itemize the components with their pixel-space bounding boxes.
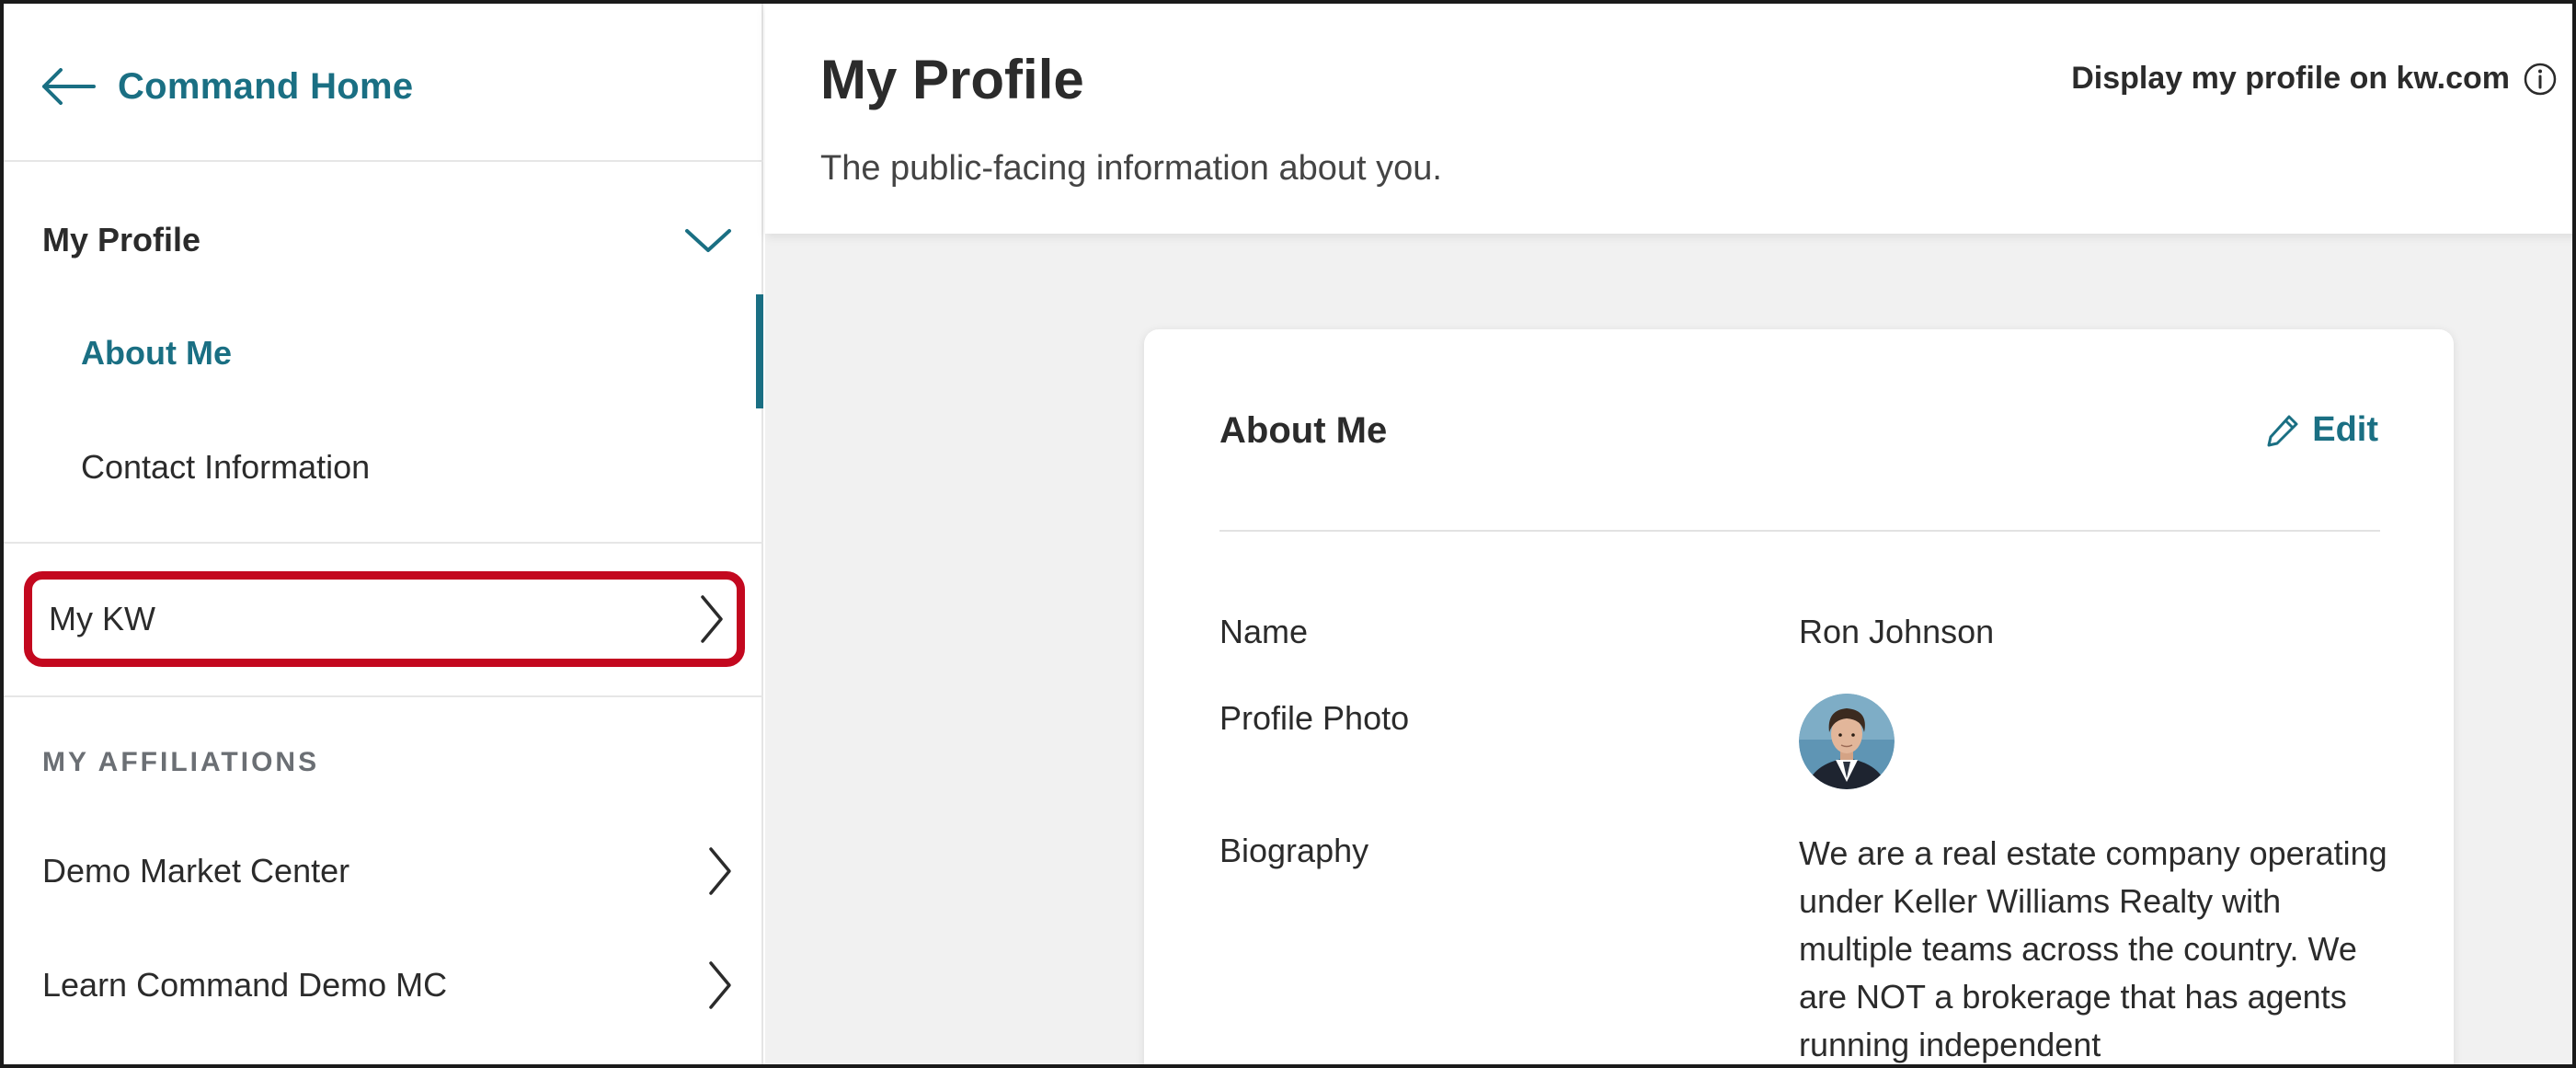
name-value: Ron Johnson xyxy=(1799,613,1995,650)
active-item-indicator xyxy=(756,294,763,408)
avatar xyxy=(1799,694,1895,789)
chevron-right-icon xyxy=(709,847,731,895)
card-title: About Me xyxy=(1219,410,1388,451)
sidebar-divider xyxy=(4,160,763,162)
edit-button[interactable]: Edit xyxy=(2264,410,2378,450)
my-profile-section-toggle[interactable]: My Profile xyxy=(42,208,732,272)
sidebar-item-about-me[interactable]: About Me xyxy=(81,321,232,385)
sidebar-divider xyxy=(4,542,763,544)
sidebar-item-learn-command-demo-mc[interactable]: Learn Command Demo MC xyxy=(42,948,732,1022)
affiliations-heading: MY AFFILIATIONS xyxy=(42,747,320,777)
affiliation-label: Learn Command Demo MC xyxy=(42,966,448,1004)
name-label: Name xyxy=(1219,613,1309,650)
biography-value: We are a real estate company operating u… xyxy=(1799,834,2387,1063)
sidebar-item-my-kw[interactable]: My KW xyxy=(24,571,745,667)
display-profile-label: Display my profile on kw.com xyxy=(2071,61,2510,96)
sidebar-divider xyxy=(4,695,763,697)
chevron-down-icon xyxy=(685,229,731,252)
sidebar-item-contact-information[interactable]: Contact Information xyxy=(81,435,370,500)
card-divider xyxy=(1219,530,2380,532)
command-home-link[interactable]: Command Home xyxy=(40,50,413,123)
about-me-card: About Me Edit Name Ron Johnson Profile P… xyxy=(1144,329,2454,1064)
app-window: Command Home My Profile About Me Contact… xyxy=(0,0,2576,1068)
page-header: My Profile The public-facing information… xyxy=(765,4,2572,234)
arrow-left-icon xyxy=(42,68,96,105)
affiliation-label: Demo Market Center xyxy=(42,852,350,890)
edit-label: Edit xyxy=(2312,410,2378,449)
my-kw-label: My KW xyxy=(49,600,155,637)
command-home-label: Command Home xyxy=(118,65,414,107)
biography-label: Biography xyxy=(1219,832,1369,869)
page-title: My Profile xyxy=(820,49,1084,110)
display-profile-on-kw-link[interactable]: Display my profile on kw.com xyxy=(2071,61,2558,97)
chevron-right-icon xyxy=(709,961,731,1009)
my-profile-section-label: My Profile xyxy=(42,221,201,258)
sidebar-item-demo-market-center[interactable]: Demo Market Center xyxy=(42,834,732,908)
main-content: My Profile The public-facing information… xyxy=(765,4,2572,1064)
pencil-icon xyxy=(2267,415,2298,446)
page-subtitle: The public-facing information about you. xyxy=(820,149,1442,188)
chevron-right-icon xyxy=(701,595,723,643)
sidebar: Command Home My Profile About Me Contact… xyxy=(4,4,763,1064)
info-icon[interactable] xyxy=(2523,62,2558,97)
profile-photo-label: Profile Photo xyxy=(1219,699,1410,737)
